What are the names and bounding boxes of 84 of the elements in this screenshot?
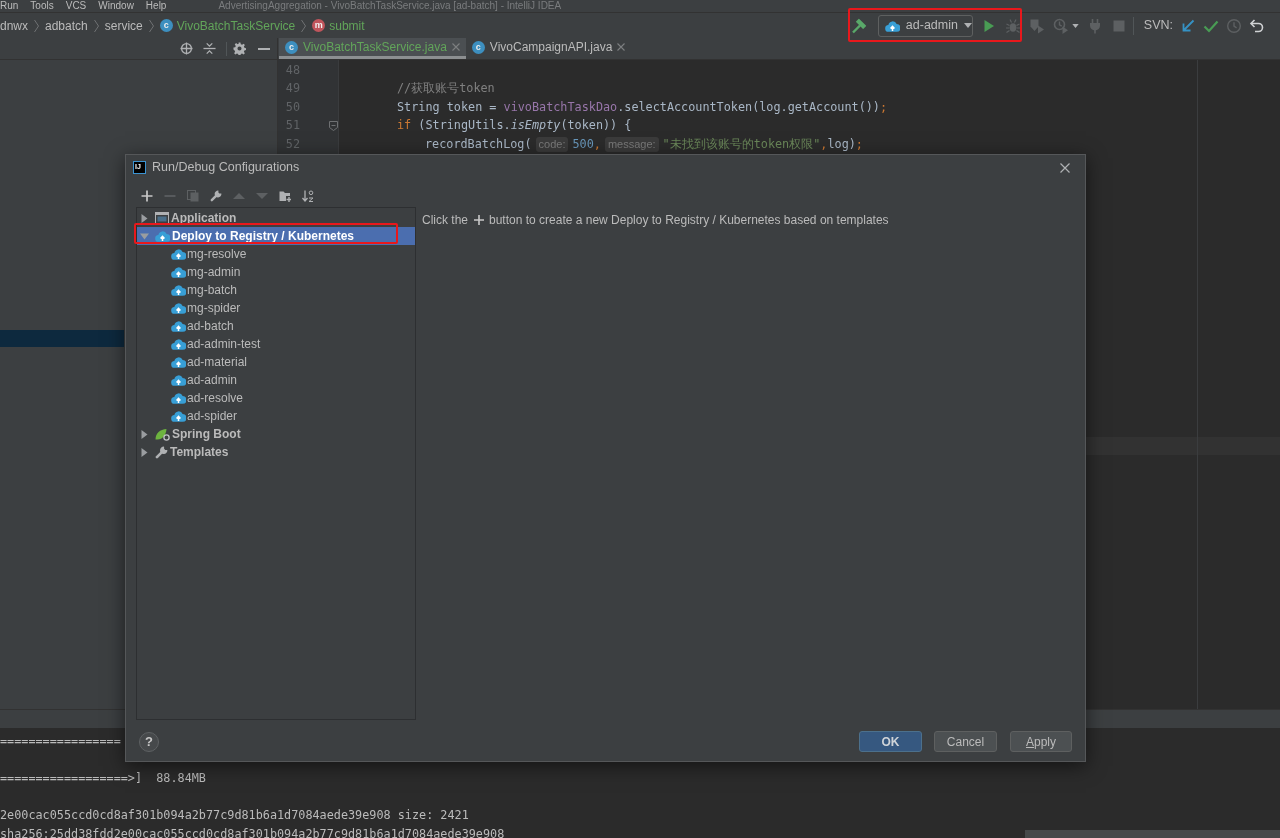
tree-item[interactable]: Application: [137, 209, 415, 227]
wrench-icon: [155, 445, 168, 459]
tree-item[interactable]: ad-material: [137, 353, 415, 371]
editor-tab[interactable]: c VivoBatchTaskService.java: [279, 38, 466, 59]
class-icon: c: [159, 19, 173, 32]
caret-icon[interactable]: [1071, 23, 1079, 28]
settings-icon[interactable]: [233, 42, 246, 55]
editor-tab[interactable]: c VivoCampaignAPI.java: [465, 38, 632, 59]
breadcrumb[interactable]: adbatch: [45, 16, 88, 35]
hint-text: button to create a new Deploy to Registry / Kubernetes based on templates: [489, 212, 889, 229]
tree-item[interactable]: ad-admin-test: [137, 335, 415, 353]
tree-item[interactable]: mg-admin: [137, 263, 415, 281]
tree-item[interactable]: mg-spider: [137, 299, 415, 317]
hammer-icon[interactable]: [850, 17, 867, 34]
close-icon[interactable]: [1060, 162, 1070, 173]
cloud-upload-icon: [171, 356, 186, 368]
sort-icon[interactable]: [302, 190, 314, 202]
fold-marker-icon[interactable]: [329, 121, 338, 132]
minimize-icon[interactable]: [258, 47, 270, 50]
window-title: AdvertisingAggregation - VivoBatchTaskService.java [ad-batch] - IntelliJ IDEA: [218, 0, 562, 12]
caret-icon: [963, 23, 972, 28]
console-line: ==================>] 88.84MB: [0, 771, 206, 785]
cloud-upload-icon: [171, 410, 186, 422]
apply-button[interactable]: Apply: [1010, 731, 1072, 752]
console-line: 2e00cac055ccd0cd8af301b094a2b77c9d81b6a1d7084aede39e908 size: 2421: [0, 808, 469, 822]
ok-button[interactable]: OK: [859, 731, 922, 752]
collapse-icon[interactable]: [203, 42, 216, 55]
chevron-icon: [301, 18, 307, 33]
cloud-upload-icon: [884, 19, 900, 32]
chevron-icon: [93, 18, 99, 33]
tree-item[interactable]: Templates: [137, 443, 415, 461]
undo-icon[interactable]: [1249, 17, 1265, 34]
method-icon: m: [312, 19, 326, 32]
menu-item[interactable]: Help: [145, 0, 167, 12]
cloud-upload-icon: [171, 392, 186, 404]
cloud-upload-icon: [171, 338, 186, 350]
code-line: //获取账号token: [397, 80, 495, 98]
menu-item[interactable]: Run: [0, 0, 19, 12]
cloud-upload-icon: [155, 230, 170, 242]
code-line: String token = vivoBatchTaskDao.selectAccountToken(log.getAccount());: [397, 98, 888, 116]
chevron-icon: [34, 18, 39, 33]
console-line: =================: [0, 734, 121, 748]
folder-plus-icon[interactable]: [279, 190, 291, 202]
dialog-title: Run/Debug Configurations: [152, 159, 300, 177]
crosshair-icon[interactable]: [180, 42, 193, 55]
code-line: recordBatchLog( code: 500, message: "未找到该账号的token权限",log);: [425, 135, 863, 154]
tree-item[interactable]: ad-admin: [137, 371, 415, 389]
breadcrumb[interactable]: m submit: [312, 16, 365, 35]
cloud-upload-icon: [171, 266, 186, 278]
breadcrumb[interactable]: service: [104, 16, 143, 35]
arrow-down-left-icon[interactable]: [1180, 17, 1196, 34]
window-icon: [155, 212, 169, 224]
cloud-upload-icon: [171, 374, 186, 386]
close-icon[interactable]: [617, 43, 626, 51]
class-icon: c: [285, 40, 298, 54]
tree-item[interactable]: ad-batch: [137, 317, 415, 335]
code-line: if (StringUtils.isEmpty(token)) {: [397, 117, 632, 135]
wrench-icon[interactable]: [210, 190, 222, 202]
chevron-icon: [148, 18, 154, 33]
cloud-upload-icon: [171, 302, 186, 314]
console-line: sha256:25dd38fdd2e00cac055ccd0cd8af301b094a2b77c9d81b6a1d7084aede39e908: [0, 826, 505, 838]
tree-item[interactable]: mg-resolve: [137, 245, 415, 263]
cloud-upload-icon: [171, 248, 186, 260]
hint-text: Click the: [422, 212, 468, 229]
plus-icon: [474, 215, 484, 225]
breadcrumb[interactable]: dnwx: [0, 16, 28, 35]
tree-item[interactable]: ad-resolve: [137, 389, 415, 407]
cloud-upload-icon: [171, 320, 186, 332]
vcs-label: SVN:: [1143, 17, 1173, 35]
leaf-gear-icon: [155, 427, 170, 441]
breadcrumb[interactable]: c VivoBatchTaskService: [159, 16, 296, 35]
close-icon[interactable]: [451, 43, 460, 51]
cancel-button[interactable]: Cancel: [934, 731, 997, 752]
menu-item[interactable]: Tools: [30, 0, 54, 12]
tree-item[interactable]: ad-spider: [137, 407, 415, 425]
menu-item[interactable]: Window: [98, 0, 134, 12]
tree-item[interactable]: Spring Boot: [137, 425, 415, 443]
cloud-upload-icon: [171, 284, 186, 296]
class-icon: c: [471, 40, 485, 54]
plus-icon[interactable]: [141, 190, 153, 202]
tree-item[interactable]: mg-batch: [137, 281, 415, 299]
menu-item[interactable]: VCS: [65, 0, 87, 12]
help-button[interactable]: ?: [139, 731, 159, 752]
run-config-dropdown[interactable]: ad-admin: [877, 14, 973, 37]
